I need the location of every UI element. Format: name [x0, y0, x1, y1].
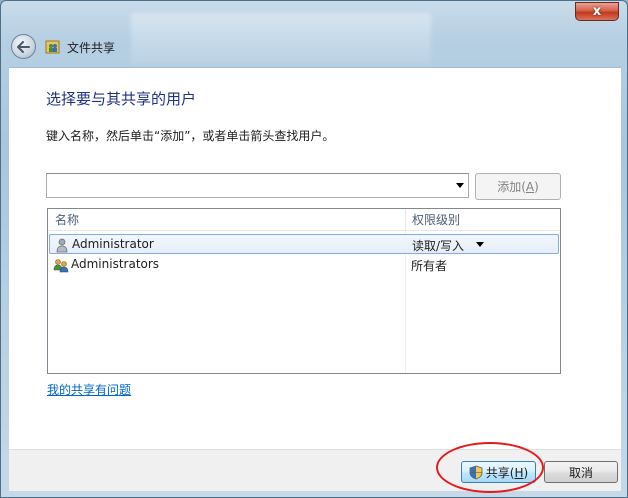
- user-name: Administrator: [72, 237, 154, 251]
- user-name: Administrators: [71, 257, 160, 271]
- share-button[interactable]: 共享(H): [461, 461, 536, 483]
- content-area: 选择要与其共享的用户 键入名称，然后单击“添加”，或者单击箭头查找用户。 添加(…: [9, 67, 621, 449]
- table-row-administrator[interactable]: Administrator 读取/写入: [49, 234, 559, 254]
- user-permission-table: 名称 权限级别 Administrator 读取/写入 Administrato…: [47, 208, 561, 374]
- column-header-permission[interactable]: 权限级别: [406, 209, 560, 231]
- background-window-ghost: [131, 13, 431, 65]
- uac-shield-icon: [469, 465, 483, 479]
- sharing-problems-link[interactable]: 我的共享有问题: [47, 381, 131, 398]
- add-button[interactable]: 添加(A): [475, 173, 561, 200]
- user-icon: [56, 238, 68, 253]
- add-button-label: 添加(: [497, 180, 526, 194]
- share-button-label: 共享(H): [485, 465, 529, 480]
- add-button-mnemonic: A: [525, 179, 535, 194]
- file-sharing-icon: [45, 40, 60, 54]
- permission-level: 所有者: [411, 259, 448, 273]
- window-title: 文件共享: [67, 41, 116, 55]
- column-header-name[interactable]: 名称: [48, 209, 406, 231]
- dropdown-arrow-icon[interactable]: [456, 183, 464, 188]
- group-users-icon: [53, 259, 69, 273]
- cancel-button[interactable]: 取消: [544, 461, 618, 483]
- back-arrow-icon: [17, 40, 30, 53]
- permission-dropdown-icon[interactable]: [476, 242, 484, 247]
- add-button-label-end: ): [534, 179, 539, 194]
- close-icon: x: [592, 4, 602, 19]
- instruction-text: 键入名称，然后单击“添加”，或者单击箭头查找用户。: [46, 129, 335, 143]
- user-name-combobox[interactable]: [46, 173, 469, 198]
- dialog-footer: 共享(H) 取消: [9, 449, 621, 491]
- close-button[interactable]: x: [575, 2, 619, 21]
- back-button[interactable]: [11, 34, 36, 59]
- page-heading: 选择要与其共享的用户: [46, 90, 197, 108]
- table-row-administrators[interactable]: Administrators 所有者: [49, 255, 559, 275]
- permission-level[interactable]: 读取/写入: [412, 237, 464, 254]
- window-frame: x 文件共享 选择要与其共享的用户 键入名称，然后单击“添加”，或者单击箭头查找…: [0, 0, 628, 498]
